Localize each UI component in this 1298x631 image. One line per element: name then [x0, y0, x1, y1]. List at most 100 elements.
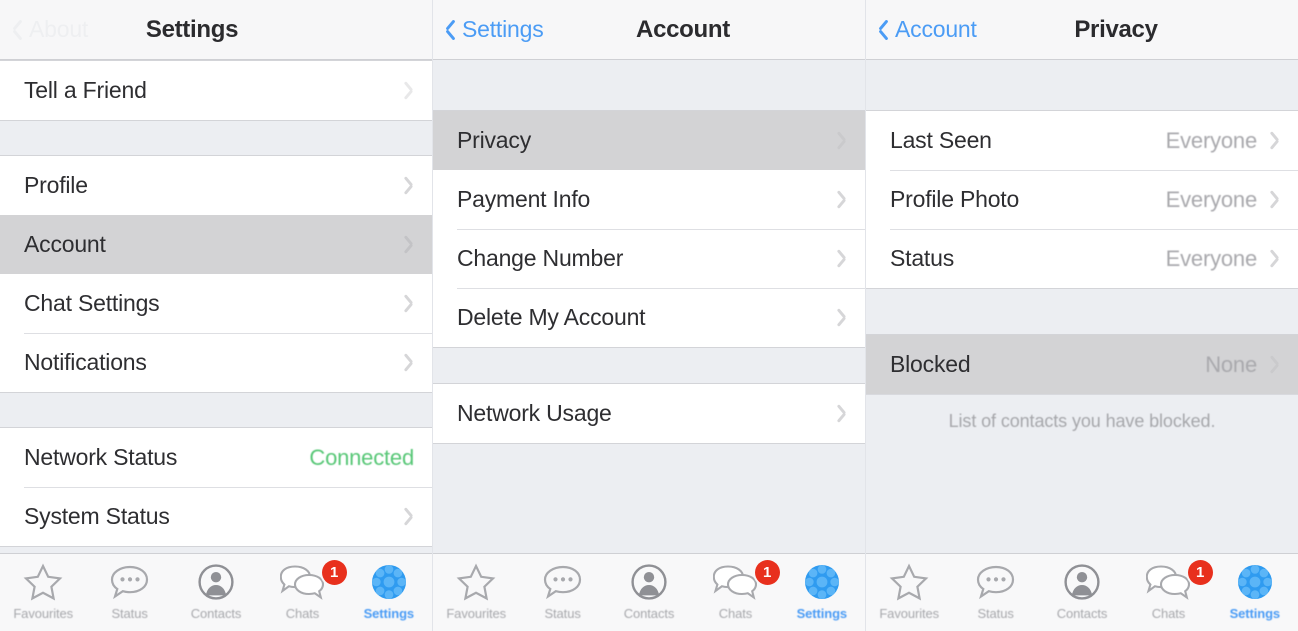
speech-bubble-icon: [973, 561, 1019, 603]
tab-settings[interactable]: Settings: [779, 561, 865, 621]
row-accessory: Connected: [309, 445, 414, 471]
row-status[interactable]: Status Everyone: [866, 229, 1298, 288]
chevron-right-icon: [403, 176, 414, 195]
chevron-right-icon: [836, 131, 847, 150]
row-tell-a-friend[interactable]: Tell a Friend: [0, 61, 432, 120]
settings-list: Tell a Friend Profile Account Chat Setti…: [0, 60, 432, 553]
tab-settings[interactable]: Settings: [1212, 561, 1298, 621]
chevron-right-icon: [403, 294, 414, 313]
row-accessory: [836, 404, 847, 423]
row-accessory: Everyone: [1166, 246, 1280, 272]
row-label: Profile: [24, 172, 88, 198]
tab-status[interactable]: Status: [952, 561, 1038, 621]
settings-group-1: Tell a Friend: [0, 60, 432, 121]
tab-label: Contacts: [1056, 606, 1108, 621]
section-gap: [866, 289, 1298, 334]
tab-status[interactable]: Status: [519, 561, 605, 621]
row-accessory: Everyone: [1166, 187, 1280, 213]
three-phone-screenshots: About Settings Tell a Friend Profile Acc…: [0, 0, 1298, 631]
gear-icon: [366, 561, 412, 603]
chats-unread-badge: 1: [1187, 560, 1213, 585]
account-group-2: Network Usage: [433, 383, 865, 444]
tab-favourites[interactable]: Favourites: [0, 561, 86, 621]
chats-unread-badge: 1: [321, 560, 347, 585]
row-privacy[interactable]: Privacy: [433, 111, 865, 170]
tab-label: Chats: [1151, 606, 1186, 621]
row-label: Network Usage: [457, 400, 612, 426]
chat-bubbles-icon: [279, 561, 325, 603]
row-profile[interactable]: Profile: [0, 156, 432, 215]
chevron-right-icon: [403, 81, 414, 100]
tab-chats[interactable]: 1 Chats: [1125, 560, 1213, 621]
row-blocked[interactable]: Blocked None: [866, 335, 1298, 394]
speech-bubble-icon: [540, 561, 586, 603]
row-accessory: [403, 507, 414, 526]
row-accessory: [836, 249, 847, 268]
tab-contacts[interactable]: Contacts: [173, 561, 259, 621]
tab-label: Favourites: [13, 606, 74, 621]
gear-icon: [799, 561, 845, 603]
tab-chats[interactable]: 1 Chats: [692, 560, 780, 621]
tab-label: Status: [977, 606, 1014, 621]
chevron-right-icon: [836, 404, 847, 423]
page-title: Account: [636, 15, 730, 43]
star-icon: [453, 561, 499, 603]
row-label: Blocked: [890, 351, 971, 377]
gear-icon: [1232, 561, 1278, 603]
tabbar: Favourites Status Contacts 1 Chats Setti…: [0, 553, 432, 631]
row-value: Everyone: [1165, 245, 1258, 271]
tab-label: Status: [544, 606, 581, 621]
row-label: Tell a Friend: [24, 77, 147, 103]
account-group-1: Privacy Payment Info Change Number Delet…: [433, 110, 865, 348]
row-value: None: [1205, 351, 1257, 377]
chat-bubbles-icon: [712, 561, 758, 603]
row-change-number[interactable]: Change Number: [433, 229, 865, 288]
row-accessory: [836, 131, 847, 150]
tab-chats[interactable]: 1 Chats: [259, 560, 347, 621]
tab-favourites[interactable]: Favourites: [866, 561, 952, 621]
tab-label: Settings: [796, 606, 848, 621]
section-gap: [0, 393, 432, 427]
row-profile-photo[interactable]: Profile Photo Everyone: [866, 170, 1298, 229]
chevron-right-icon: [403, 235, 414, 254]
row-chat-settings[interactable]: Chat Settings: [0, 274, 432, 333]
page-title: Privacy: [1074, 15, 1158, 43]
settings-group-3: Network Status Connected System Status: [0, 427, 432, 547]
row-accessory: [403, 294, 414, 313]
tab-contacts[interactable]: Contacts: [1039, 561, 1125, 621]
row-label: Chat Settings: [24, 290, 160, 316]
row-accessory: [403, 235, 414, 254]
tab-status[interactable]: Status: [86, 561, 172, 621]
person-circle-icon: [1059, 561, 1105, 603]
settings-group-2: Profile Account Chat Settings Notificati…: [0, 155, 432, 393]
privacy-list: Last Seen Everyone Profile Photo Everyon…: [866, 60, 1298, 553]
tab-favourites[interactable]: Favourites: [433, 561, 519, 621]
row-network-status[interactable]: Network Status Connected: [0, 428, 432, 487]
page-title: Settings: [145, 15, 239, 43]
row-payment-info[interactable]: Payment Info: [433, 170, 865, 229]
tab-contacts[interactable]: Contacts: [606, 561, 692, 621]
row-network-usage[interactable]: Network Usage: [433, 384, 865, 443]
row-system-status[interactable]: System Status: [0, 487, 432, 546]
chevron-left-icon: [444, 19, 457, 41]
section-gap: [433, 60, 865, 110]
row-account[interactable]: Account: [0, 215, 432, 274]
chevron-right-icon: [836, 190, 847, 209]
row-notifications[interactable]: Notifications: [0, 333, 432, 392]
row-label: System Status: [24, 503, 170, 529]
tab-label: Contacts: [190, 606, 242, 621]
row-label: Notifications: [24, 349, 147, 375]
row-last-seen[interactable]: Last Seen Everyone: [866, 111, 1298, 170]
row-delete-my-account[interactable]: Delete My Account: [433, 288, 865, 347]
tab-settings[interactable]: Settings: [346, 561, 432, 621]
row-label: Account: [24, 231, 106, 257]
row-value: Everyone: [1165, 186, 1258, 212]
row-label: Network Status: [24, 444, 178, 470]
row-accessory: [403, 176, 414, 195]
row-value: Everyone: [1165, 127, 1258, 153]
row-accessory: [836, 190, 847, 209]
row-accessory: [403, 353, 414, 372]
star-icon: [886, 561, 932, 603]
chevron-right-icon: [1269, 249, 1280, 268]
chevron-right-icon: [403, 507, 414, 526]
